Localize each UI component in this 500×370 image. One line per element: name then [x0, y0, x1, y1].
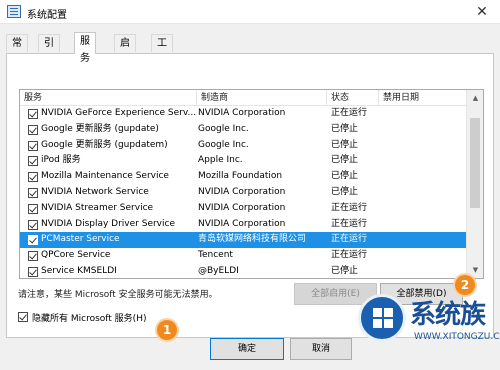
service-status: 已停止	[331, 186, 359, 197]
service-rows: NVIDIA GeForce Experience Serv... NVIDIA …	[20, 106, 467, 278]
service-name: Mozilla Maintenance Service	[41, 171, 169, 182]
service-row[interactable]: NVIDIA Display Driver Service NVIDIA Corp…	[20, 217, 467, 233]
vertical-scrollbar[interactable]: ▲ ▼	[466, 90, 483, 278]
list-header: 服务 制造商 状态 禁用日期	[20, 90, 467, 106]
service-checkbox[interactable]	[28, 124, 38, 135]
windows-logo-icon	[358, 294, 406, 342]
service-manufacturer: NVIDIA Corporation	[198, 108, 286, 118]
service-name: iPod 服务	[41, 155, 81, 166]
service-status: 已停止	[331, 265, 359, 276]
cancel-button[interactable]: 取消	[290, 338, 352, 360]
service-checkbox[interactable]	[28, 203, 38, 214]
hide-ms-checkbox[interactable]	[18, 312, 28, 322]
service-row[interactable]: Google 更新服务 (gupdate) Google Inc. 已停止	[20, 122, 467, 138]
service-manufacturer: 青岛软媒网络科技有限公司	[198, 234, 307, 245]
service-status: 已停止	[331, 171, 359, 182]
service-row[interactable]: NVIDIA Streamer Service NVIDIA Corporatio…	[20, 201, 467, 217]
service-manufacturer: NVIDIA Corporation	[198, 218, 286, 229]
service-checkbox[interactable]	[28, 235, 38, 246]
window-title: 系统配置	[27, 10, 67, 21]
service-row[interactable]: Service KMSELDI @ByELDI 已停止	[20, 264, 467, 278]
service-row[interactable]: QPCore Service Tencent 正在运行	[20, 248, 467, 264]
ok-button[interactable]: 确定	[210, 338, 284, 360]
close-button[interactable]: ✕	[470, 3, 494, 21]
tab-general[interactable]: 常规	[6, 34, 28, 66]
service-status: 正在运行	[331, 108, 368, 118]
service-checkbox[interactable]	[28, 219, 38, 230]
service-checkbox[interactable]	[28, 109, 38, 119]
service-name: Service KMSELDI	[41, 265, 117, 276]
watermark: 系统族 WWW.XITONGZU.COM	[358, 286, 500, 370]
system-config-icon	[7, 5, 21, 18]
service-manufacturer: NVIDIA Corporation	[198, 202, 286, 213]
service-name: NVIDIA Network Service	[41, 186, 149, 197]
tab-services[interactable]: 服务	[74, 32, 96, 64]
service-status: 正在运行	[331, 202, 368, 213]
service-manufacturer: NVIDIA Corporation	[198, 186, 286, 197]
services-list: 服务 制造商 状态 禁用日期 NVIDIA GeForce Experience…	[19, 89, 484, 279]
service-manufacturer: Mozilla Foundation	[198, 171, 283, 182]
service-manufacturer: Tencent	[198, 250, 233, 261]
title-bar: 系统配置 ✕	[0, 0, 500, 24]
service-row[interactable]: Google 更新服务 (gupdatem) Google Inc. 已停止	[20, 138, 467, 154]
service-checkbox[interactable]	[28, 156, 38, 167]
service-manufacturer: @ByELDI	[198, 265, 239, 276]
notice-text: 请注意，某些 Microsoft 安全服务可能无法禁用。	[18, 290, 218, 300]
service-row[interactable]: Mozilla Maintenance Service Mozilla Found…	[20, 169, 467, 185]
service-checkbox[interactable]	[28, 140, 38, 151]
service-status: 已停止	[331, 123, 359, 134]
service-name: NVIDIA Streamer Service	[41, 202, 154, 213]
column-header-disable-date[interactable]: 禁用日期	[379, 90, 467, 106]
service-checkbox[interactable]	[28, 172, 38, 183]
service-status: 正在运行	[331, 234, 368, 245]
service-row[interactable]: PCMaster Service 青岛软媒网络科技有限公司 正在运行	[20, 232, 467, 249]
service-checkbox[interactable]	[28, 251, 38, 262]
watermark-url: WWW.XITONGZU.COM	[414, 332, 500, 342]
service-status: 正在运行	[331, 218, 368, 229]
service-manufacturer: Apple Inc.	[198, 155, 243, 166]
column-header-manufacturer[interactable]: 制造商	[197, 90, 327, 106]
service-checkbox[interactable]	[28, 266, 38, 277]
service-name: QPCore Service	[41, 250, 111, 261]
tab-boot[interactable]: 引导	[38, 34, 60, 66]
column-header-status[interactable]: 状态	[327, 90, 379, 106]
hide-ms-label: 隐藏所有 Microsoft 服务(H)	[32, 314, 147, 324]
service-name: Google 更新服务 (gupdate)	[41, 123, 159, 134]
service-name: NVIDIA GeForce Experience Serv...	[41, 108, 196, 118]
column-header-service[interactable]: 服务	[20, 90, 197, 106]
service-row[interactable]: iPod 服务 Apple Inc. 已停止	[20, 153, 467, 169]
scroll-thumb[interactable]	[470, 118, 480, 208]
service-status: 已停止	[331, 155, 359, 166]
watermark-text: 系统族	[410, 300, 486, 330]
service-row[interactable]: NVIDIA Network Service NVIDIA Corporation…	[20, 185, 467, 201]
tab-startup[interactable]: 启动	[114, 34, 136, 66]
service-row[interactable]: NVIDIA GeForce Experience Serv... NVIDIA …	[20, 106, 467, 122]
service-name: Google 更新服务 (gupdatem)	[41, 139, 168, 150]
scroll-up-icon[interactable]: ▲	[467, 90, 483, 106]
service-status: 正在运行	[331, 250, 368, 261]
service-checkbox[interactable]	[28, 187, 38, 198]
service-manufacturer: Google Inc.	[198, 139, 249, 150]
service-manufacturer: Google Inc.	[198, 123, 249, 134]
service-name: PCMaster Service	[41, 234, 120, 245]
annotation-badge-1: 1	[157, 320, 177, 340]
tab-tools[interactable]: 工具	[151, 34, 173, 66]
service-status: 已停止	[331, 139, 359, 150]
service-name: NVIDIA Display Driver Service	[41, 218, 175, 229]
